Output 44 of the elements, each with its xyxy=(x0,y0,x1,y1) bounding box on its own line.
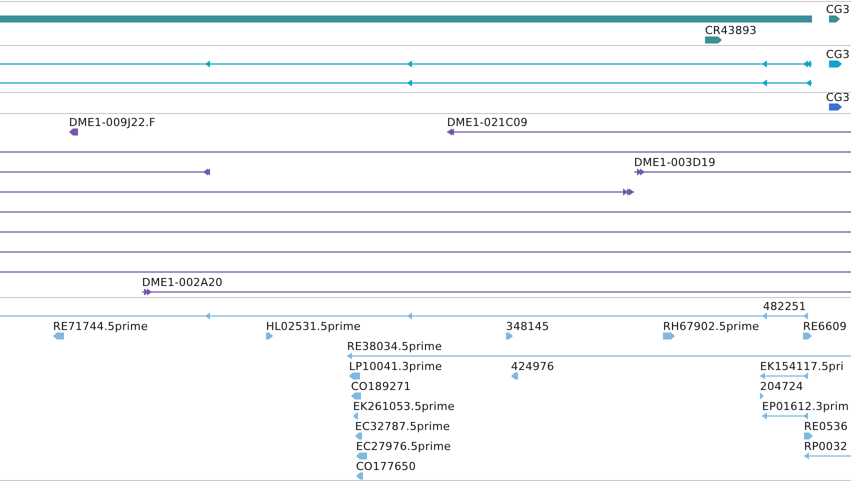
feature-arrow[interactable] xyxy=(705,36,722,44)
transcript-line[interactable] xyxy=(0,80,812,86)
transcript-line[interactable] xyxy=(0,168,210,176)
feature-label: EK261053.5prime xyxy=(353,400,455,413)
feature-label: 482251 xyxy=(763,300,806,313)
feature-label: DME1-021C09 xyxy=(447,116,528,129)
transcript-line[interactable] xyxy=(142,288,851,296)
feature-label: EP01612.3prim xyxy=(762,400,849,413)
feature-label: RE6609 xyxy=(803,320,847,333)
feature-label: DME1-003D19 xyxy=(634,156,716,169)
feature-label: DME1-002A20 xyxy=(142,276,223,289)
feature-label: RP0032 xyxy=(804,440,848,453)
feature-label: EK154117.5pri xyxy=(760,360,844,373)
transcript-line[interactable] xyxy=(0,251,851,253)
transcript-line[interactable] xyxy=(634,168,851,176)
feature-arrow[interactable] xyxy=(829,60,842,68)
feature-label: LP10041.3prime xyxy=(349,360,442,373)
feature-label: RE38034.5prime xyxy=(347,340,442,353)
feature-label: CR43893 xyxy=(705,24,757,37)
feature-label: RH67902.5prime xyxy=(663,320,760,333)
feature-label: CG3 xyxy=(826,3,850,16)
feature-arrow[interactable] xyxy=(829,16,840,22)
feature-label: DME1-009J22.F xyxy=(69,116,156,129)
feature-label: CG3 xyxy=(826,91,850,104)
feature-label: 424976 xyxy=(511,360,554,373)
feature-label: 204724 xyxy=(760,380,804,393)
feature-label: HL02531.5prime xyxy=(266,320,361,333)
transcript-line[interactable] xyxy=(0,151,851,153)
transcript-line[interactable] xyxy=(0,60,812,68)
transcript-line[interactable] xyxy=(0,231,851,233)
feature-label: CO189271 xyxy=(351,380,411,393)
feature-arrow[interactable] xyxy=(829,104,842,110)
feature-label: EC32787.5prime xyxy=(355,420,450,433)
feature-label: EC27976.5prime xyxy=(356,440,451,453)
feature-label: RE0536 xyxy=(804,420,848,433)
transcript-line[interactable] xyxy=(0,211,851,213)
transcript-line[interactable] xyxy=(0,271,851,273)
feature-label: RE71744.5prime xyxy=(53,320,148,333)
transcript-line[interactable] xyxy=(0,188,634,196)
feature-label: CG3 xyxy=(826,48,850,61)
feature-label: 348145 xyxy=(506,320,550,333)
feature-label: CO177650 xyxy=(356,460,416,473)
transcript-line[interactable] xyxy=(447,128,851,136)
feature-arrow[interactable] xyxy=(69,128,78,136)
